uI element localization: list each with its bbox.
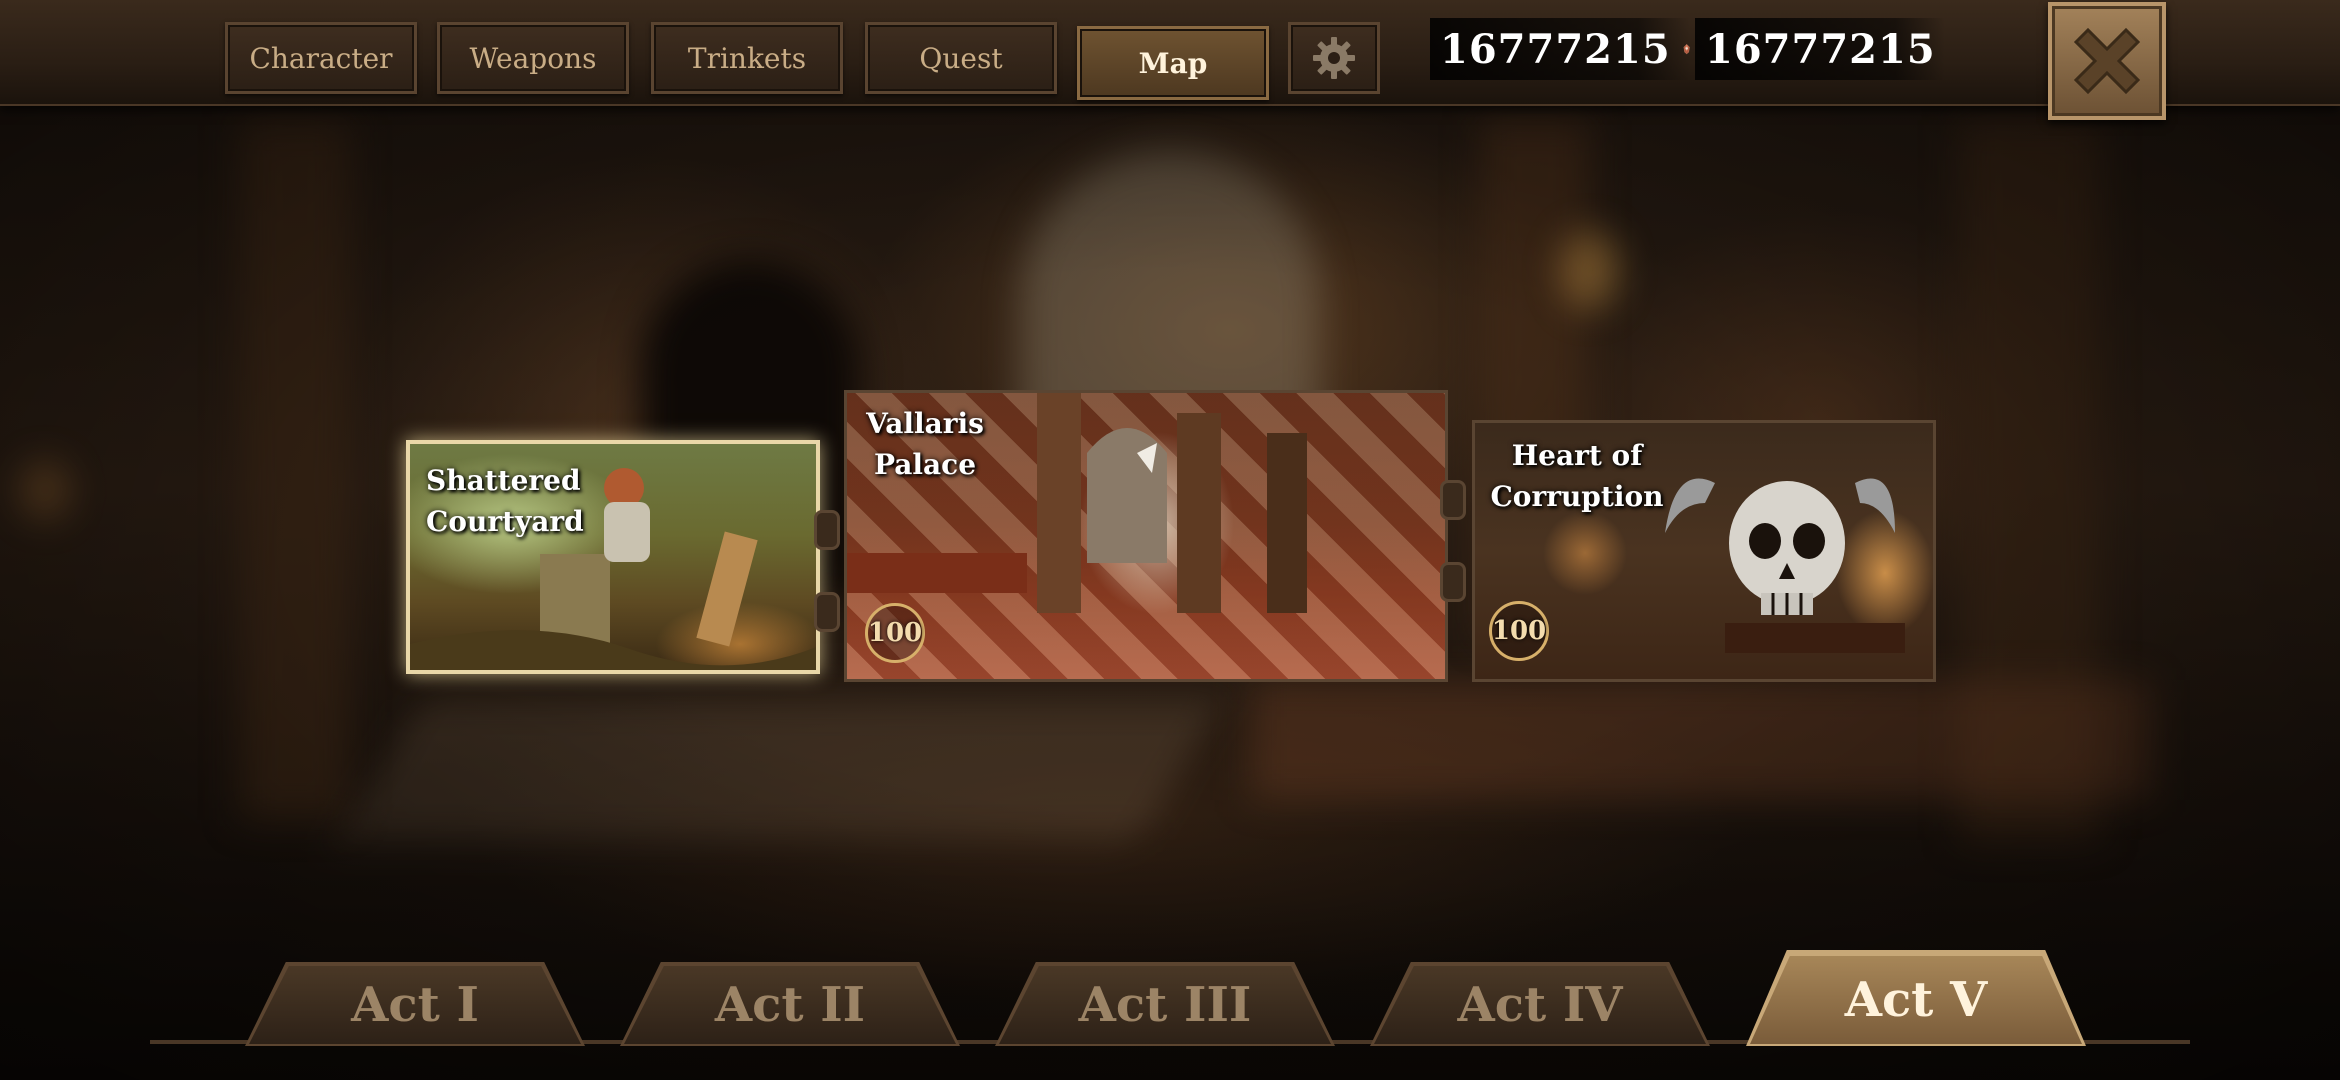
tab-label: Weapons <box>469 41 597 75</box>
map-title-line: Palace <box>873 448 977 481</box>
map-title-line: Heart of <box>1511 439 1643 472</box>
map-title: Heart of Corruption <box>1487 435 1667 517</box>
tab-trinkets[interactable]: Trinkets <box>651 22 843 94</box>
map-connector <box>1440 562 1466 602</box>
tab-weapons[interactable]: Weapons <box>437 22 629 94</box>
currency-amount: 16777215 <box>1440 25 1671 73</box>
act-label: Act III <box>1078 977 1252 1033</box>
act-tab-2[interactable]: Act II <box>624 966 956 1044</box>
map-connector <box>1440 480 1466 520</box>
level-badge: 100 <box>1489 601 1549 661</box>
gold-currency-counter: 16777215 <box>1430 18 1690 80</box>
act-label: Act II <box>714 977 866 1033</box>
tab-label: Quest <box>919 41 1003 75</box>
map-title: Shattered Courtyard <box>426 460 584 542</box>
map-title-line: Shattered <box>426 464 581 497</box>
act-label: Act I <box>351 977 479 1033</box>
map-card-shattered-courtyard[interactable]: Shattered Courtyard <box>406 440 820 674</box>
close-button[interactable] <box>2048 2 2166 120</box>
crystal-currency-counter: 16777215 <box>1695 18 1945 80</box>
currency-amount: 16777215 <box>1705 25 1936 73</box>
close-icon <box>2073 27 2141 95</box>
act-tab-5[interactable]: Act V <box>1750 956 2082 1044</box>
map-card-heart-of-corruption[interactable]: Heart of Corruption 100 <box>1472 420 1936 682</box>
map-title-line: Vallaris <box>866 407 984 440</box>
map-title-line: Corruption <box>1490 480 1664 513</box>
tab-label: Trinkets <box>687 41 807 75</box>
map-connector <box>814 510 840 550</box>
gear-icon <box>1313 37 1355 79</box>
act-label: Act IV <box>1457 977 1623 1033</box>
map-card-vallaris-palace[interactable]: Vallaris Palace 100 <box>844 390 1448 682</box>
act-tab-4[interactable]: Act IV <box>1374 966 1706 1044</box>
act-tab-3[interactable]: Act III <box>999 966 1331 1044</box>
top-navigation-bar: Character Weapons Trinkets Quest Map 167… <box>0 0 2340 120</box>
level-badge: 100 <box>865 603 925 663</box>
map-title: Vallaris Palace <box>855 403 995 485</box>
map-connector <box>814 592 840 632</box>
tab-character[interactable]: Character <box>225 22 417 94</box>
red-gem-icon <box>1683 44 1690 55</box>
map-title-line: Courtyard <box>426 505 584 538</box>
tab-map[interactable]: Map <box>1077 26 1269 100</box>
tab-label: Map <box>1138 46 1208 80</box>
act-label: Act V <box>1844 972 1988 1028</box>
tab-label: Character <box>249 41 393 75</box>
act-tab-1[interactable]: Act I <box>249 966 581 1044</box>
tab-quest[interactable]: Quest <box>865 22 1057 94</box>
settings-button[interactable] <box>1288 22 1380 94</box>
